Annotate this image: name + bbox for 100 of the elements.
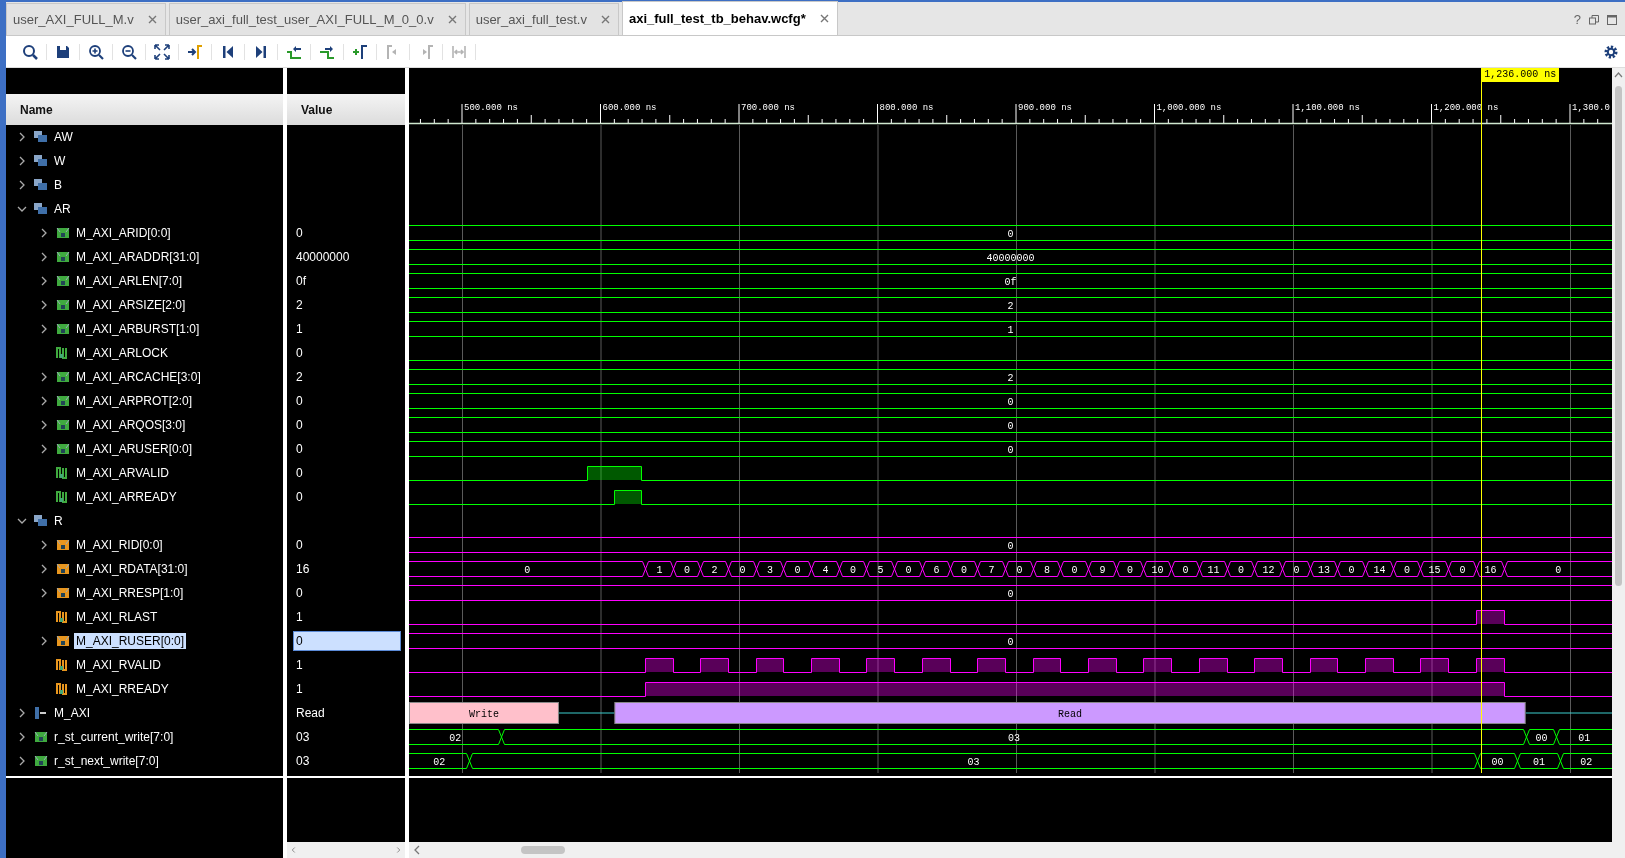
editor-tab[interactable]: user_axi_full_test.v <box>468 3 619 35</box>
search-icon[interactable] <box>22 43 38 60</box>
signal-name[interactable]: M_AXI_ARREADY <box>74 489 179 505</box>
bus-value: 0 <box>1293 564 1300 576</box>
close-icon[interactable] <box>600 15 610 24</box>
idle-line <box>558 712 615 714</box>
signal-name[interactable]: M_AXI_ARQOS[3:0] <box>74 417 188 433</box>
signal-name[interactable]: AR <box>52 201 73 217</box>
scroll-thumb[interactable] <box>1615 86 1622 586</box>
bus-value: 0 <box>1007 420 1014 432</box>
go-to-cursor-icon[interactable] <box>187 43 203 60</box>
signal-name[interactable]: M_AXI_ARPROT[2:0] <box>74 393 195 409</box>
editor-tab[interactable]: axi_full_test_tb_behav.wcfg* <box>621 1 838 35</box>
bus-signal-icon <box>56 419 70 431</box>
value-column-header[interactable]: Value <box>287 94 405 125</box>
bus-value: 0 <box>1404 564 1410 576</box>
settings-icon[interactable] <box>1603 43 1619 60</box>
signal-name[interactable]: M_AXI_ARBURST[1:0] <box>74 321 202 337</box>
signal-name[interactable]: M_AXI_ARVALID <box>74 465 171 481</box>
bus-value: 7 <box>988 564 995 576</box>
scroll-thumb[interactable] <box>521 846 565 854</box>
signal-name[interactable]: AW <box>52 129 75 145</box>
bus-value: 01 <box>1533 756 1545 768</box>
go-to-end-icon[interactable] <box>253 43 269 60</box>
signal-name[interactable]: M_AXI_RLAST <box>74 609 160 625</box>
bus-value: 0 <box>524 564 531 576</box>
signal-name[interactable]: R <box>52 513 65 529</box>
help-button[interactable]: ? <box>1573 12 1581 27</box>
scroll-left-icon[interactable] <box>413 845 421 855</box>
bit-signal-icon <box>56 467 70 479</box>
bus-value: 40000000 <box>986 252 1035 264</box>
bus-value: 0 <box>1555 564 1562 576</box>
group-icon <box>34 515 48 527</box>
bus-value: 02 <box>433 756 446 768</box>
transaction-block: Write <box>409 702 559 724</box>
zoom-out-icon[interactable] <box>121 43 137 60</box>
signal-name[interactable]: r_st_current_write[7:0] <box>52 729 176 745</box>
signal-name[interactable]: M_AXI_RUSER[0:0] <box>74 633 187 649</box>
bus-value: 6 <box>933 564 940 576</box>
signal-name[interactable]: M_AXI_ARID[0:0] <box>74 225 173 241</box>
signal-name[interactable]: M_AXI_ARADDR[31:0] <box>74 249 202 265</box>
signal-name[interactable]: M_AXI_RRESP[1:0] <box>74 585 186 601</box>
bus-signal-icon <box>34 731 48 743</box>
signal-name[interactable]: B <box>52 177 64 193</box>
bus-value: 0 <box>850 564 856 576</box>
zoom-in-icon[interactable] <box>88 43 104 60</box>
bus-value: 0 <box>1007 444 1014 456</box>
bus-value: 0 <box>1007 588 1014 600</box>
signal-name[interactable]: M_AXI_ARLOCK <box>74 345 171 361</box>
signal-name[interactable]: M_AXI_RDATA[31:0] <box>74 561 190 577</box>
cursor-time: 1,236.000 ns <box>1481 68 1560 82</box>
bus-value: 0 <box>1182 564 1189 576</box>
save-icon[interactable] <box>55 43 71 60</box>
signal-value: 0f <box>295 273 307 290</box>
signal-name[interactable]: M_AXI <box>52 705 92 721</box>
restore-icon[interactable] <box>1589 14 1599 25</box>
scroll-up-icon[interactable] <box>1614 72 1623 78</box>
bus-value: 2 <box>1007 300 1014 312</box>
bus-value: 00 <box>1535 732 1548 744</box>
zoom-fit-icon[interactable] <box>154 43 170 60</box>
time-label: 500.000 ns <box>464 103 518 113</box>
signal-value: 03 <box>295 729 311 746</box>
bus-value: 9 <box>1099 564 1106 576</box>
bus-value: 13 <box>1318 564 1330 576</box>
signal-name[interactable]: M_AXI_ARCACHE[3:0] <box>74 369 203 385</box>
signal-name[interactable]: M_AXI_RID[0:0] <box>74 537 165 553</box>
bus-value: 16 <box>1484 564 1497 576</box>
signal-value: 1 <box>295 321 304 338</box>
bus-value: 0 <box>1007 396 1014 408</box>
signal-name[interactable]: W <box>52 153 68 169</box>
go-to-start-icon[interactable] <box>220 43 236 60</box>
name-column-header[interactable]: Name <box>6 94 283 125</box>
group-icon <box>34 155 48 167</box>
next-transition-icon[interactable] <box>319 43 335 60</box>
signal-name[interactable]: M_AXI_RREADY <box>74 681 171 697</box>
signal-name[interactable]: M_AXI_ARSIZE[2:0] <box>74 297 188 313</box>
time-label: 1,100.000 ns <box>1295 103 1360 113</box>
signal-name[interactable]: M_AXI_ARLEN[7:0] <box>74 273 185 289</box>
bus-signal-icon <box>56 635 70 647</box>
signal-value: 0 <box>293 631 401 651</box>
bus-signal-icon <box>34 755 48 767</box>
maximize-icon[interactable] <box>1607 14 1617 25</box>
bus-value: 15 <box>1428 564 1441 576</box>
signal-value: 1 <box>295 681 304 698</box>
close-icon[interactable] <box>447 15 457 24</box>
signal-name[interactable]: r_st_next_write[7:0] <box>52 753 161 769</box>
bus-signal-icon <box>56 395 70 407</box>
bus-value: 02 <box>449 732 462 744</box>
signal-name[interactable]: M_AXI_ARUSER[0:0] <box>74 441 195 457</box>
group-icon <box>34 179 48 191</box>
close-icon[interactable] <box>147 15 157 24</box>
bus-value: 11 <box>1207 564 1220 576</box>
transaction-block: Read <box>614 702 1526 724</box>
add-marker-icon[interactable] <box>352 43 368 60</box>
signal-name[interactable]: M_AXI_RVALID <box>74 657 163 673</box>
editor-tab[interactable]: user_AXI_FULL_M.v <box>6 3 166 35</box>
close-icon[interactable] <box>819 14 829 23</box>
time-cursor[interactable] <box>1481 82 1483 773</box>
signal-value: 0 <box>295 441 304 458</box>
editor-tab[interactable]: user_axi_full_test_user_AXI_FULL_M_0_0.v <box>168 3 466 35</box>
